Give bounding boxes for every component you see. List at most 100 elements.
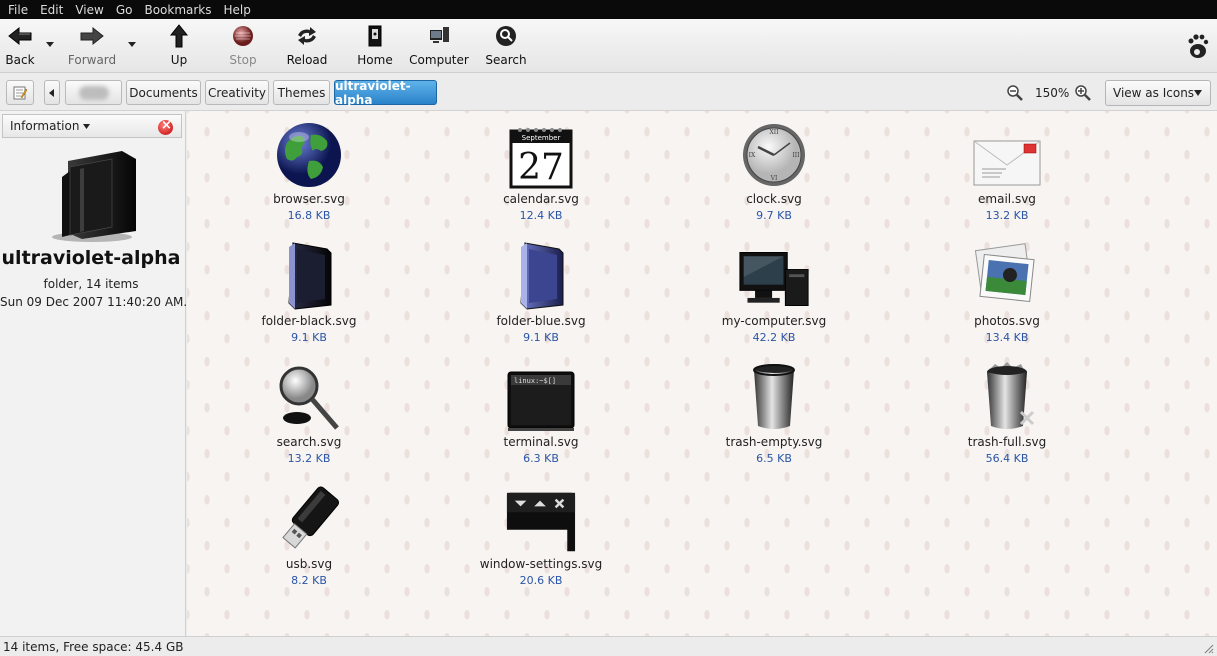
home-icon [362,23,388,49]
menu-edit[interactable]: Edit [34,3,69,17]
reload-button[interactable]: Reload [285,19,329,73]
trash-full-icon [987,362,1035,429]
file-name: trash-full.svg [967,435,1047,449]
chevron-down-icon [1194,90,1202,96]
computer-icon [739,252,809,306]
edit-location-icon [13,86,28,99]
crumb-blurred-user[interactable] [65,80,122,105]
file-name: email.svg [978,192,1036,206]
globe-icon [277,123,341,187]
crumb-creativity[interactable]: Creativity [205,80,269,105]
forward-button[interactable]: Forward [68,19,116,73]
crumb-documents[interactable]: Documents [126,80,201,105]
folder-modified: Sun 09 Dec 2007 11:40:20 AM... [0,295,186,309]
icon-view[interactable]: browser.svg 16.8 KB September 27 calenda… [187,111,1217,636]
sidebar-pane-label: Information [10,119,80,133]
file-size: 20.6 KB [519,574,563,587]
computer-button[interactable]: Computer [409,19,469,73]
file-item[interactable]: photos.svg 13.4 KB [927,239,1087,344]
file-size: 9.1 KB [291,331,327,344]
file-size: 13.2 KB [287,452,331,465]
up-button[interactable]: Up [163,19,195,73]
file-item[interactable]: trash-full.svg 56.4 KB [927,360,1087,465]
file-item[interactable]: window-settings.svg 20.6 KB [461,482,621,587]
menu-help[interactable]: Help [218,3,257,17]
file-item[interactable]: email.svg 13.2 KB [927,117,1087,222]
svg-text:III: III [792,152,800,159]
file-item[interactable]: XII III VI IX clock.svg 9.7 KB [694,117,854,222]
terminal-prompt: linux:~$[] [514,377,556,385]
file-item[interactable]: folder-black.svg 9.1 KB [229,239,389,344]
file-item[interactable]: usb.svg 8.2 KB [229,482,389,587]
file-name: my-computer.svg [721,314,827,328]
calendar-icon: September 27 [509,128,573,189]
sidebar: Information ultraviolet-alpha folder, 14… [0,111,186,636]
file-size: 56.4 KB [985,452,1029,465]
folder-title: ultraviolet-alpha [1,247,181,269]
file-size: 8.2 KB [291,574,327,587]
back-button[interactable]: Back [4,19,36,73]
zoom-in-icon[interactable] [1074,84,1092,102]
magnifier-icon [279,366,339,430]
file-size: 6.3 KB [523,452,559,465]
chevron-left-icon [49,88,54,97]
up-arrow-icon [166,23,192,49]
file-item[interactable]: linux:~$[] terminal.svg 6.3 KB [461,360,621,465]
file-item[interactable]: September 27 calendar.svg 12.4 KB [461,117,621,222]
crumb-themes[interactable]: Themes [273,80,330,105]
search-button[interactable]: Search [485,19,527,73]
file-item[interactable]: search.svg 13.2 KB [229,360,389,465]
calendar-day: 27 [518,147,564,188]
back-arrow-icon [7,23,33,49]
file-name: window-settings.svg [479,557,603,571]
file-size: 13.4 KB [985,331,1029,344]
toolbar: Back Forward Up Stop Reload Home Compute… [0,19,1217,73]
file-item[interactable]: trash-empty.svg 6.5 KB [694,360,854,465]
blurred-username [78,85,109,100]
file-name: trash-empty.svg [725,435,823,449]
file-name: photos.svg [974,314,1040,328]
usb-icon [282,486,340,549]
status-text: 14 items, Free space: 45.4 GB [3,640,184,654]
stop-button[interactable]: Stop [225,19,261,73]
back-history-dropdown-icon[interactable] [45,39,55,49]
file-name: folder-blue.svg [496,314,586,328]
menu-bar: File Edit View Go Bookmarks Help [0,0,1217,19]
black-folder-icon [288,242,332,310]
menu-bookmarks[interactable]: Bookmarks [138,3,217,17]
zoom-level[interactable]: 150% [1035,86,1069,100]
file-name: clock.svg [746,192,802,206]
forward-history-dropdown-icon[interactable] [127,39,137,49]
file-name: calendar.svg [503,192,579,206]
menu-go[interactable]: Go [110,3,139,17]
photos-icon [974,243,1035,303]
file-item[interactable]: folder-blue.svg 9.1 KB [461,239,621,344]
crumb-ultraviolet-alpha[interactable]: ultraviolet-alpha [334,79,437,107]
file-item[interactable]: my-computer.svg 42.2 KB [694,239,854,344]
black-folder-icon [52,151,136,242]
file-item[interactable]: browser.svg 16.8 KB [229,117,389,222]
file-name: folder-black.svg [261,314,357,328]
file-size: 13.2 KB [985,209,1029,222]
home-button[interactable]: Home [354,19,396,73]
location-bar: Documents Creativity Themes ultraviolet-… [0,73,1217,111]
sidebar-pane-select[interactable]: Information [2,114,182,138]
view-mode-select[interactable]: View as Icons [1105,80,1211,106]
search-icon [493,23,519,49]
toggle-location-entry-button[interactable] [6,80,34,105]
resize-grip-icon[interactable] [1202,642,1214,654]
menu-view[interactable]: View [69,3,109,17]
zoom-out-icon[interactable] [1006,84,1024,102]
trash-empty-icon [753,364,795,429]
menu-file[interactable]: File [2,3,34,17]
window-settings-icon [506,492,576,552]
forward-arrow-icon [79,23,105,49]
clock-icon: XII III VI IX [743,124,805,186]
file-name: usb.svg [285,557,333,571]
file-size: 6.5 KB [756,452,792,465]
close-sidebar-icon[interactable] [158,118,173,135]
crumb-scroll-left-button[interactable] [44,80,60,105]
chevron-down-icon [83,123,91,129]
reload-icon [294,23,320,49]
status-bar: 14 items, Free space: 45.4 GB [0,636,1217,656]
